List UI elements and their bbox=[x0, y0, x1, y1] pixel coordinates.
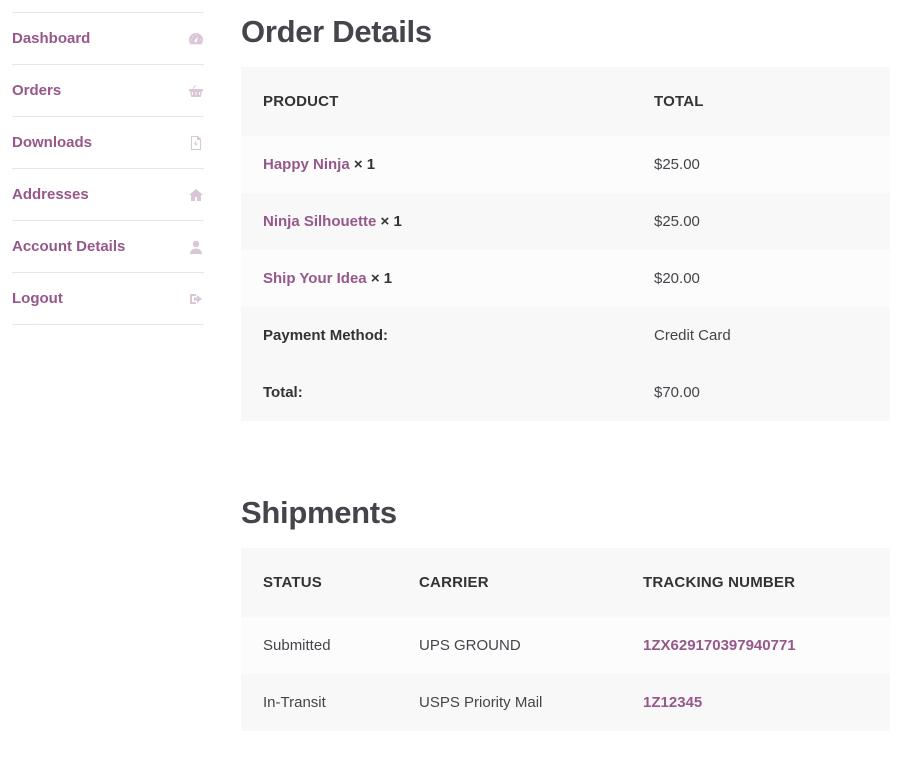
tracking-cell: 1Z12345 bbox=[621, 674, 890, 731]
product-total: $20.00 bbox=[632, 250, 890, 307]
table-header-row: PRODUCT TOTAL bbox=[241, 67, 890, 136]
product-cell: Happy Ninja × 1 bbox=[241, 136, 632, 193]
table-row: Ninja Silhouette × 1 $25.00 bbox=[241, 193, 890, 250]
tracking-cell: 1ZX629170397940771 bbox=[621, 617, 890, 674]
column-header-tracking: TRACKING NUMBER bbox=[621, 548, 890, 617]
nav-item-label: Logout bbox=[12, 290, 63, 307]
file-icon bbox=[188, 135, 204, 151]
tracking-number-link[interactable]: 1Z12345 bbox=[643, 694, 702, 711]
dashboard-icon bbox=[188, 31, 204, 47]
product-total: $25.00 bbox=[632, 193, 890, 250]
nav-item-downloads[interactable]: Downloads bbox=[12, 117, 204, 169]
product-total: $25.00 bbox=[632, 136, 890, 193]
payment-method-value: Credit Card bbox=[632, 307, 890, 364]
nav-item-label: Addresses bbox=[12, 186, 89, 203]
basket-icon bbox=[188, 83, 204, 99]
product-quantity: × 1 bbox=[380, 213, 402, 230]
shipments-title: Shipments bbox=[241, 495, 397, 530]
nav-item-dashboard[interactable]: Dashboard bbox=[12, 13, 204, 65]
nav-item-addresses[interactable]: Addresses bbox=[12, 169, 204, 221]
product-quantity: × 1 bbox=[370, 270, 393, 287]
home-icon bbox=[188, 187, 204, 203]
nav-item-orders[interactable]: Orders bbox=[12, 65, 204, 117]
product-link[interactable]: Ninja Silhouette bbox=[263, 213, 376, 230]
column-header-product: PRODUCT bbox=[241, 67, 632, 136]
shipment-carrier: UPS GROUND bbox=[397, 617, 621, 674]
table-header-row: STATUS CARRIER TRACKING NUMBER bbox=[241, 548, 890, 617]
table-row: Happy Ninja × 1 $25.00 bbox=[241, 136, 890, 193]
table-row: Submitted UPS GROUND 1ZX629170397940771 bbox=[241, 617, 890, 674]
column-header-status: STATUS bbox=[241, 548, 397, 617]
order-details-table: PRODUCT TOTAL Happy Ninja × 1 $25.00 Nin… bbox=[241, 67, 890, 421]
table-row: In-Transit USPS Priority Mail 1Z12345 bbox=[241, 674, 890, 731]
product-link[interactable]: Ship Your Idea bbox=[263, 270, 367, 287]
shipment-status: Submitted bbox=[241, 617, 397, 674]
column-header-carrier: CARRIER bbox=[397, 548, 621, 617]
nav-item-label: Dashboard bbox=[12, 30, 91, 47]
nav-item-label: Orders bbox=[12, 82, 62, 99]
shipment-carrier: USPS Priority Mail bbox=[397, 674, 621, 731]
nav-item-logout[interactable]: Logout bbox=[12, 273, 204, 325]
product-quantity: × 1 bbox=[353, 156, 376, 173]
order-total-label: Total: bbox=[241, 364, 632, 421]
column-header-total: TOTAL bbox=[632, 67, 890, 136]
shipment-status: In-Transit bbox=[241, 674, 397, 731]
shipments-table: STATUS CARRIER TRACKING NUMBER Submitted… bbox=[241, 548, 890, 731]
order-total-value: $70.00 bbox=[632, 364, 890, 421]
table-row: Ship Your Idea × 1 $20.00 bbox=[241, 250, 890, 307]
nav-item-account-details[interactable]: Account Details bbox=[12, 221, 204, 273]
product-link[interactable]: Happy Ninja bbox=[263, 156, 350, 173]
order-total-row: Total: $70.00 bbox=[241, 364, 890, 421]
account-navigation: Dashboard Orders Downloads Addresses Acc… bbox=[12, 12, 204, 325]
tracking-number-link[interactable]: 1ZX629170397940771 bbox=[643, 637, 796, 654]
product-cell: Ninja Silhouette × 1 bbox=[241, 193, 632, 250]
sign-out-icon bbox=[188, 291, 204, 307]
user-icon bbox=[188, 239, 204, 255]
payment-method-row: Payment Method: Credit Card bbox=[241, 307, 890, 364]
nav-item-label: Account Details bbox=[12, 238, 126, 255]
payment-method-label: Payment Method: bbox=[241, 307, 632, 364]
product-cell: Ship Your Idea × 1 bbox=[241, 250, 632, 307]
order-details-title: Order Details bbox=[241, 14, 432, 49]
nav-item-label: Downloads bbox=[12, 134, 93, 151]
